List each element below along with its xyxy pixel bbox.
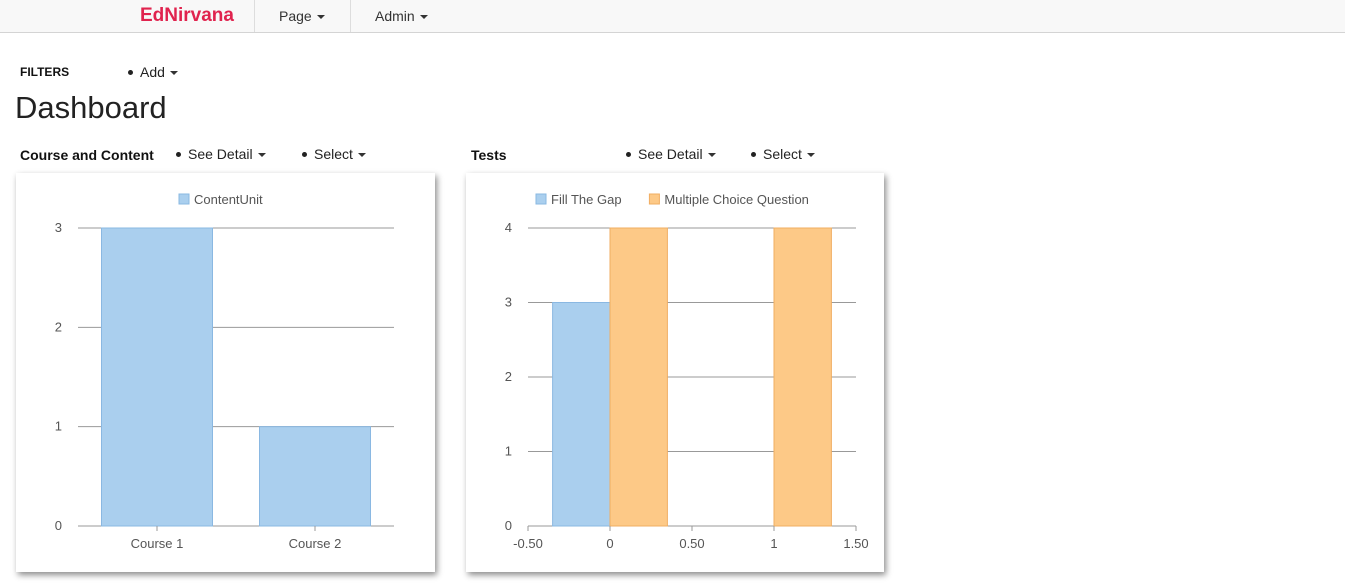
see-detail-dropdown-course[interactable]: See Detail [176,146,266,162]
y-tick-label: 3 [505,295,512,310]
bullet-icon [176,151,181,157]
add-filter-dropdown[interactable]: Add [128,64,178,80]
caret-down-icon [257,153,266,158]
course-content-chart: 0 1 2 3 ContentUnit Course 1 Course 2 [55,192,394,551]
caret-down-icon [357,153,366,158]
nav-page-dropdown[interactable]: Page [279,8,325,24]
bar [773,227,832,527]
caret-down-icon [169,71,178,76]
legend-swatch [648,193,660,205]
select-label: Select [763,146,802,162]
y-tick-label: 3 [55,220,62,235]
y-tick-label: 0 [55,518,62,533]
legend-swatch [178,193,190,205]
legend-label: ContentUnit [194,192,263,207]
bullet-icon [128,69,133,75]
legend-label: Fill The Gap [551,192,622,207]
chart-panel-tests: 0 1 2 3 4 Fill The Gap Multiple Choice Questio… [466,173,884,572]
y-tick-label: 2 [505,369,512,384]
x-tick-label: -0.50 [513,536,543,551]
legend-label: Multiple Choice Question [664,192,809,207]
section-title-tests: Tests [471,147,507,163]
bullet-icon [302,151,307,157]
nav-admin-dropdown[interactable]: Admin [375,8,428,24]
select-label: Select [314,146,353,162]
legend-swatch [535,193,547,205]
top-navbar: EdNirvana Page Admin [0,0,1345,33]
nav-admin-label: Admin [375,8,415,24]
see-detail-dropdown-tests[interactable]: See Detail [626,146,716,162]
chart-panel-course-content: 0 1 2 3 ContentUnit Course 1 Course 2 [16,173,435,572]
caret-down-icon [707,153,716,158]
y-tick-label: 0 [505,518,512,533]
x-tick-label: 1 [770,536,777,551]
nav-page-label: Page [279,8,312,24]
bar [552,302,611,527]
y-tick-label: 2 [55,319,62,334]
x-tick-label: 1.50 [843,536,868,551]
page-title: Dashboard [15,90,167,125]
filters-label: FILTERS [20,65,70,79]
bullet-icon [751,151,756,157]
add-filter-label: Add [140,64,165,80]
caret-down-icon [419,15,428,20]
caret-down-icon [806,153,815,158]
bar [101,227,213,527]
x-tick-label: Course 1 [131,536,184,551]
y-tick-label: 1 [505,444,512,459]
caret-down-icon [316,15,325,20]
x-tick-label: 0.50 [679,536,704,551]
tests-chart: 0 1 2 3 4 Fill The Gap Multiple Choice Questio… [505,192,869,551]
select-dropdown-tests[interactable]: Select [751,146,815,162]
bar [259,426,371,527]
bar [609,227,668,527]
brand-logo[interactable]: EdNirvana [140,5,234,27]
nav-divider [254,0,255,32]
see-detail-label: See Detail [638,146,703,162]
see-detail-label: See Detail [188,146,253,162]
x-tick-label: Course 2 [289,536,342,551]
section-title-course-content: Course and Content [20,147,154,163]
y-tick-label: 4 [505,220,512,235]
bullet-icon [626,151,631,157]
x-tick-label: 0 [606,536,613,551]
select-dropdown-course[interactable]: Select [302,146,366,162]
y-tick-label: 1 [55,419,62,434]
nav-divider [350,0,351,32]
